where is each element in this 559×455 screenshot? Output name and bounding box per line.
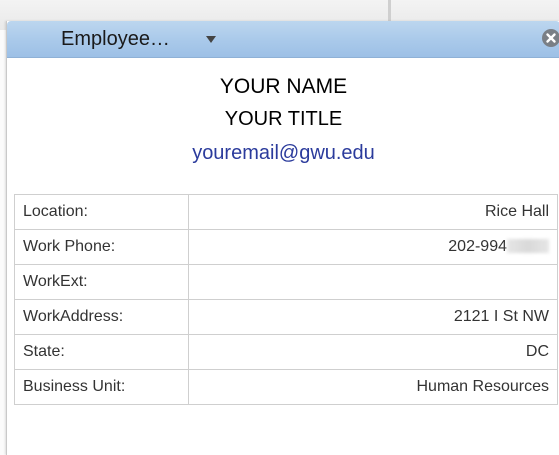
employee-popup: Employee… YOUR NAME YOUR TITLE youremail… (6, 21, 559, 455)
screen: Employee… YOUR NAME YOUR TITLE youremail… (0, 0, 559, 455)
employee-email-link[interactable]: youremail@gwu.edu (7, 136, 559, 170)
chevron-down-icon[interactable] (206, 36, 216, 43)
state-value: DC (188, 334, 558, 370)
work-phone-label: Work Phone: (14, 229, 189, 265)
work-ext-label: WorkExt: (14, 264, 189, 300)
profile-header: YOUR NAME YOUR TITLE youremail@gwu.edu (7, 58, 559, 170)
close-icon[interactable] (542, 29, 559, 47)
work-ext-value (188, 264, 558, 300)
location-label: Location: (14, 194, 189, 230)
work-phone-value-cell: 202-994 (188, 229, 558, 265)
background-divider (388, 0, 391, 22)
employee-details-table: Location: Rice Hall Work Phone: 202-994 … (14, 194, 558, 405)
table-row: WorkExt: (14, 264, 558, 300)
work-address-label: WorkAddress: (14, 299, 189, 335)
state-label: State: (14, 334, 189, 370)
business-unit-value: Human Resources (188, 369, 558, 405)
table-row: Location: Rice Hall (14, 194, 558, 230)
popup-title: Employee… (61, 28, 170, 50)
table-row: WorkAddress: 2121 I St NW (14, 299, 558, 335)
work-phone-value: 202-994 (448, 238, 507, 255)
redacted-digits (507, 239, 549, 253)
employee-title: YOUR TITLE (224, 108, 343, 130)
table-row: Business Unit: Human Resources (14, 369, 558, 405)
table-row: State: DC (14, 334, 558, 370)
employee-name: YOUR NAME (219, 75, 348, 98)
work-address-value: 2121 I St NW (188, 299, 558, 335)
popup-titlebar: Employee… (7, 21, 559, 58)
table-row: Work Phone: 202-994 (14, 229, 558, 265)
business-unit-label: Business Unit: (14, 369, 189, 405)
location-value: Rice Hall (188, 194, 558, 230)
